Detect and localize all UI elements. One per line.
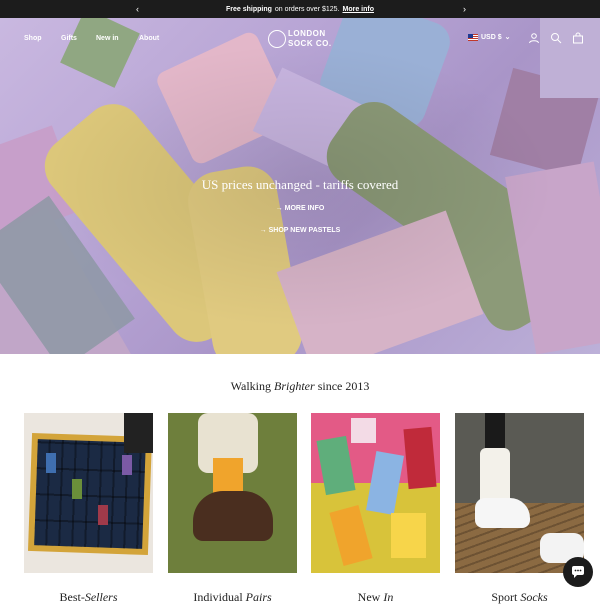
sock-yellow	[391, 513, 426, 558]
category-label-text: Sport	[491, 590, 521, 604]
sneaker	[475, 498, 530, 528]
sock-roll	[46, 453, 56, 473]
logo-line2: SOCK CO.	[288, 39, 332, 48]
hero-title: US prices unchanged - tariffs covered	[201, 177, 399, 192]
chat-button[interactable]	[563, 557, 593, 587]
category-label-em: Pairs	[245, 590, 272, 604]
category-label-em: Sellers	[84, 590, 118, 604]
logo-emblem-icon	[268, 30, 286, 48]
category-card-new-in[interactable]	[311, 413, 440, 573]
category-label-em: In	[383, 590, 394, 604]
logo[interactable]: LONDON SOCK CO.	[268, 28, 342, 52]
bag-icon[interactable]	[572, 32, 584, 44]
sock-orange	[329, 505, 373, 566]
hero-shop-pastels-link[interactable]: → SHOP NEW PASTELS	[0, 227, 600, 234]
nav-shop[interactable]: Shop	[24, 35, 42, 42]
category-label-text: Individual	[193, 590, 246, 604]
category-label-new-in[interactable]: New In	[311, 590, 440, 605]
announcement-text: on orders over $125.	[274, 5, 340, 13]
arrow-right-icon: →	[259, 227, 269, 234]
sock-roll	[98, 505, 108, 525]
nav-about[interactable]: About	[139, 35, 159, 42]
nav-new-in[interactable]: New in	[96, 35, 119, 42]
sock-roll	[122, 455, 132, 475]
currency-selector[interactable]: USD $ ⌄	[468, 33, 511, 41]
tagline-post: since 2013	[314, 379, 370, 393]
loafer	[193, 491, 273, 541]
box-lid	[124, 413, 153, 453]
nav-gifts[interactable]: Gifts	[61, 35, 77, 42]
category-label-individual-pairs[interactable]: Individual Pairs	[168, 590, 297, 605]
user-icon[interactable]	[528, 32, 540, 44]
announcement-bold: Free shipping	[225, 5, 272, 13]
category-label-best-sellers[interactable]: Best-Sellers	[24, 590, 153, 605]
hero-link-2-label: SHOP NEW PASTELS	[268, 227, 341, 234]
chevron-left-icon[interactable]: ‹	[136, 3, 139, 15]
us-flag-icon	[468, 33, 478, 41]
category-card-individual-pairs[interactable]	[168, 413, 297, 573]
sock-roll	[72, 479, 82, 499]
search-icon[interactable]	[550, 32, 562, 44]
tagline: Walking Brighter since 2013	[0, 379, 600, 394]
hero-link-1-label: MORE INFO	[284, 205, 325, 212]
gift-block	[351, 418, 376, 443]
announcement-bar: ‹ Free shipping on orders over $125. Mor…	[0, 0, 600, 18]
category-label-text: Best-	[59, 590, 85, 604]
chat-icon	[572, 566, 584, 578]
category-label-text: New	[357, 590, 384, 604]
sock-red	[403, 426, 437, 490]
tagline-pre: Walking	[230, 379, 275, 393]
logo-line1: LONDON	[288, 29, 326, 38]
announcement-more-link[interactable]: More info	[343, 6, 375, 13]
chevron-right-icon[interactable]: ›	[463, 3, 466, 15]
category-card-best-sellers[interactable]	[24, 413, 153, 573]
hero-more-info-link[interactable]: → MORE INFO	[0, 205, 600, 212]
category-label-sport-socks[interactable]: Sport Socks	[455, 590, 584, 605]
leg	[485, 413, 505, 453]
currency-label: USD $	[481, 33, 502, 41]
tagline-em: Brighter	[274, 379, 315, 393]
category-card-sport-socks[interactable]	[455, 413, 584, 573]
arrow-right-icon: →	[275, 205, 285, 212]
chevron-down-icon: ⌄	[504, 34, 511, 41]
category-label-em: Socks	[520, 590, 548, 604]
